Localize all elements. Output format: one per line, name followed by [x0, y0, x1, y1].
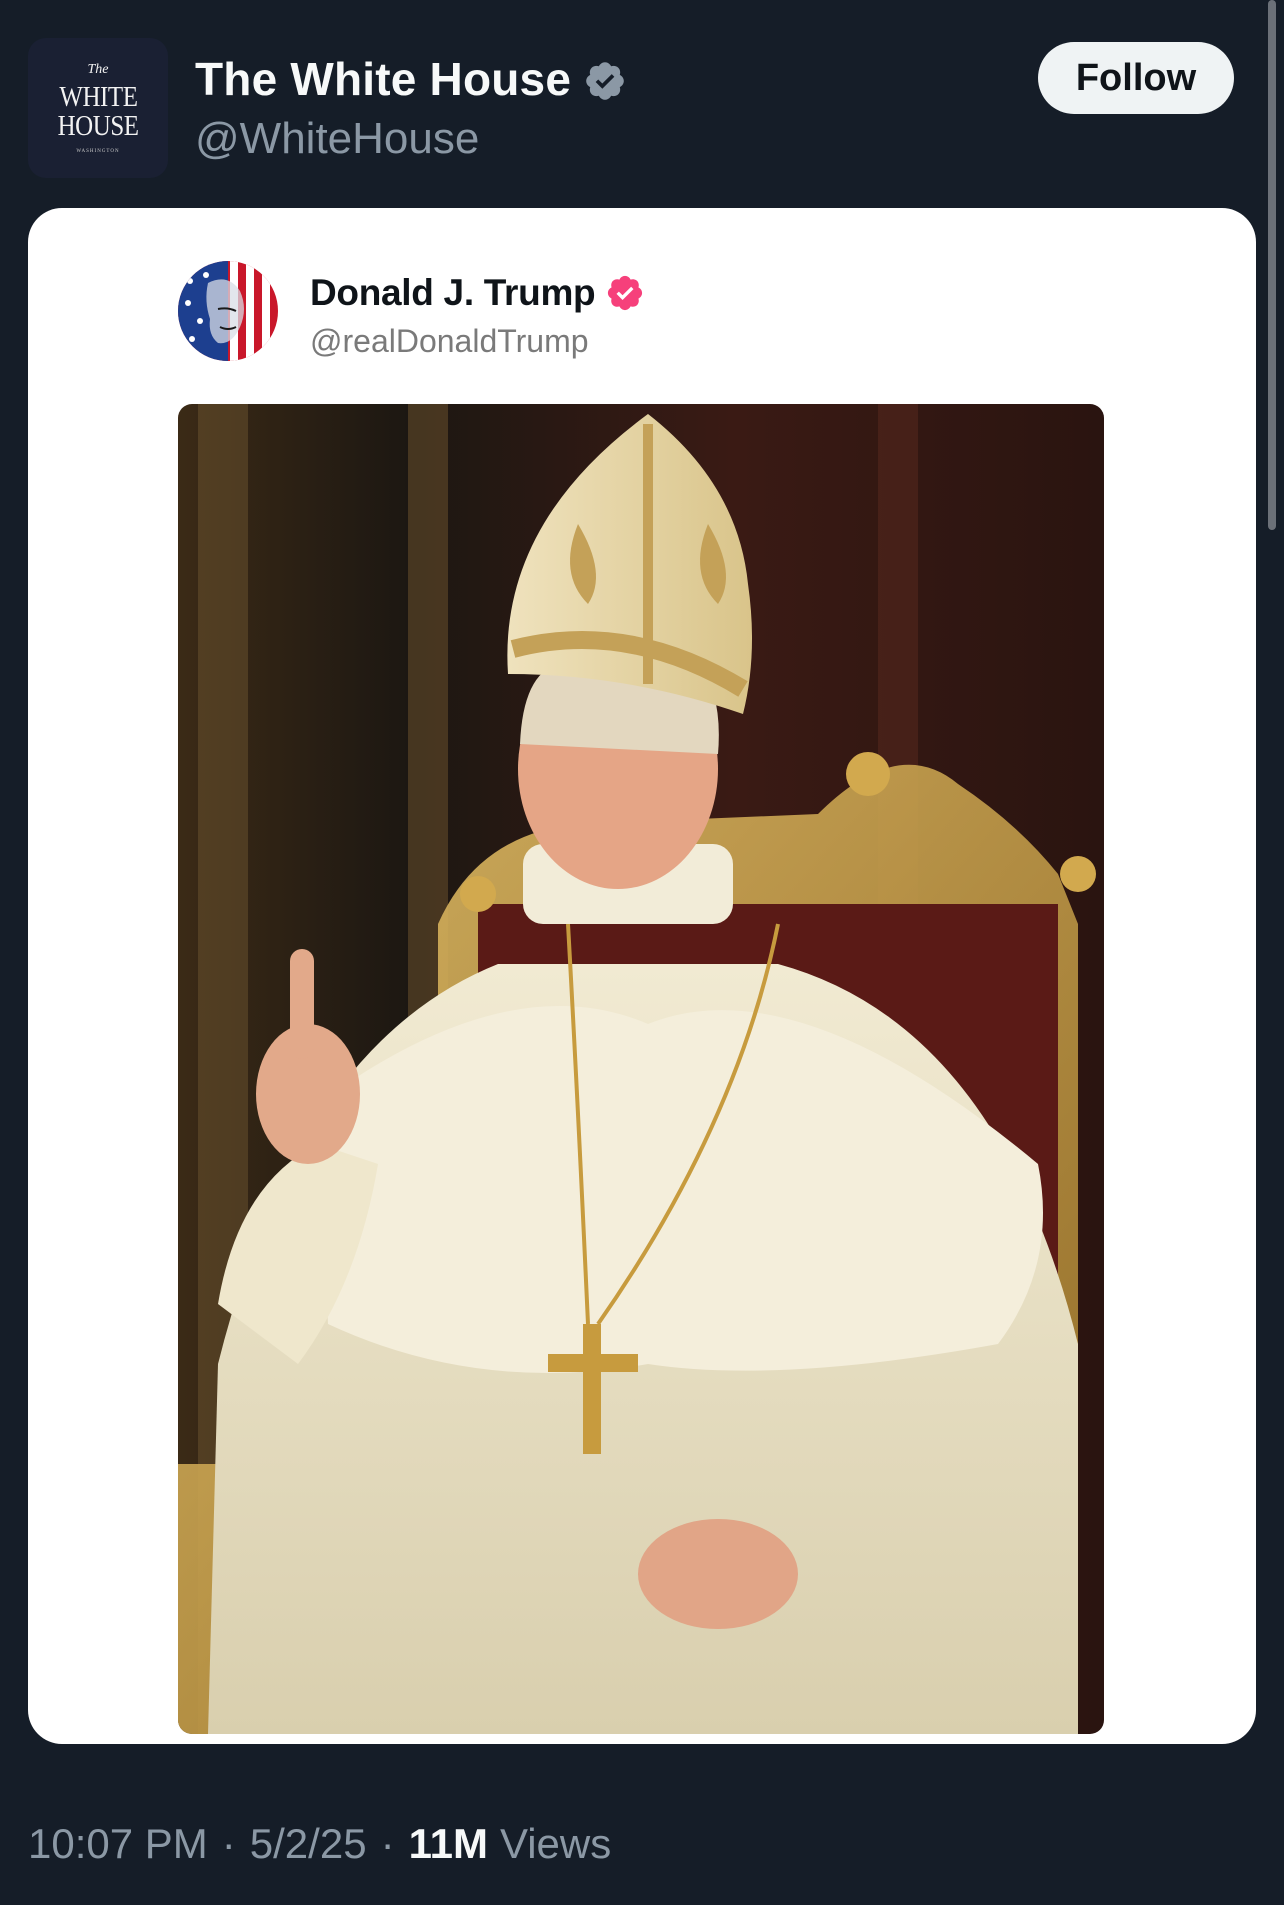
pope-portrait-image: [178, 404, 1104, 1734]
author-handle[interactable]: @WhiteHouse: [195, 114, 479, 164]
post-time[interactable]: 10:07 PM: [28, 1820, 208, 1868]
views-count: 11M: [408, 1820, 488, 1867]
white-house-avatar[interactable]: The WHITE HOUSE WASHINGTON: [28, 38, 168, 178]
post-meta: 10:07 PM · 5/2/25 · 11M Views: [28, 1820, 611, 1868]
follow-button[interactable]: Follow: [1038, 42, 1234, 114]
embedded-author-avatar[interactable]: [178, 261, 278, 361]
embedded-author-name[interactable]: Donald J. Trump: [310, 272, 596, 314]
verified-check-icon: [608, 275, 643, 311]
embedded-author-handle[interactable]: @realDonaldTrump: [310, 323, 589, 360]
views-label: Views: [499, 1820, 612, 1867]
flag-face-avatar-image: [178, 261, 278, 361]
scrollbar-thumb[interactable]: [1268, 0, 1276, 530]
meta-separator: ·: [221, 1820, 236, 1867]
author-name-row: The White House: [195, 52, 627, 106]
embedded-post-card[interactable]: Donald J. Trump @realDonaldTrump: [28, 208, 1256, 1744]
post-header: The WHITE HOUSE WASHINGTON The White Hou…: [0, 0, 1284, 200]
embedded-author-name-row: Donald J. Trump: [310, 272, 645, 314]
author-display-name[interactable]: The White House: [195, 52, 571, 106]
meta-separator: ·: [380, 1820, 395, 1867]
verified-check-icon: [586, 62, 624, 100]
post-image[interactable]: [178, 404, 1104, 1734]
post-date[interactable]: 5/2/25: [250, 1820, 367, 1868]
